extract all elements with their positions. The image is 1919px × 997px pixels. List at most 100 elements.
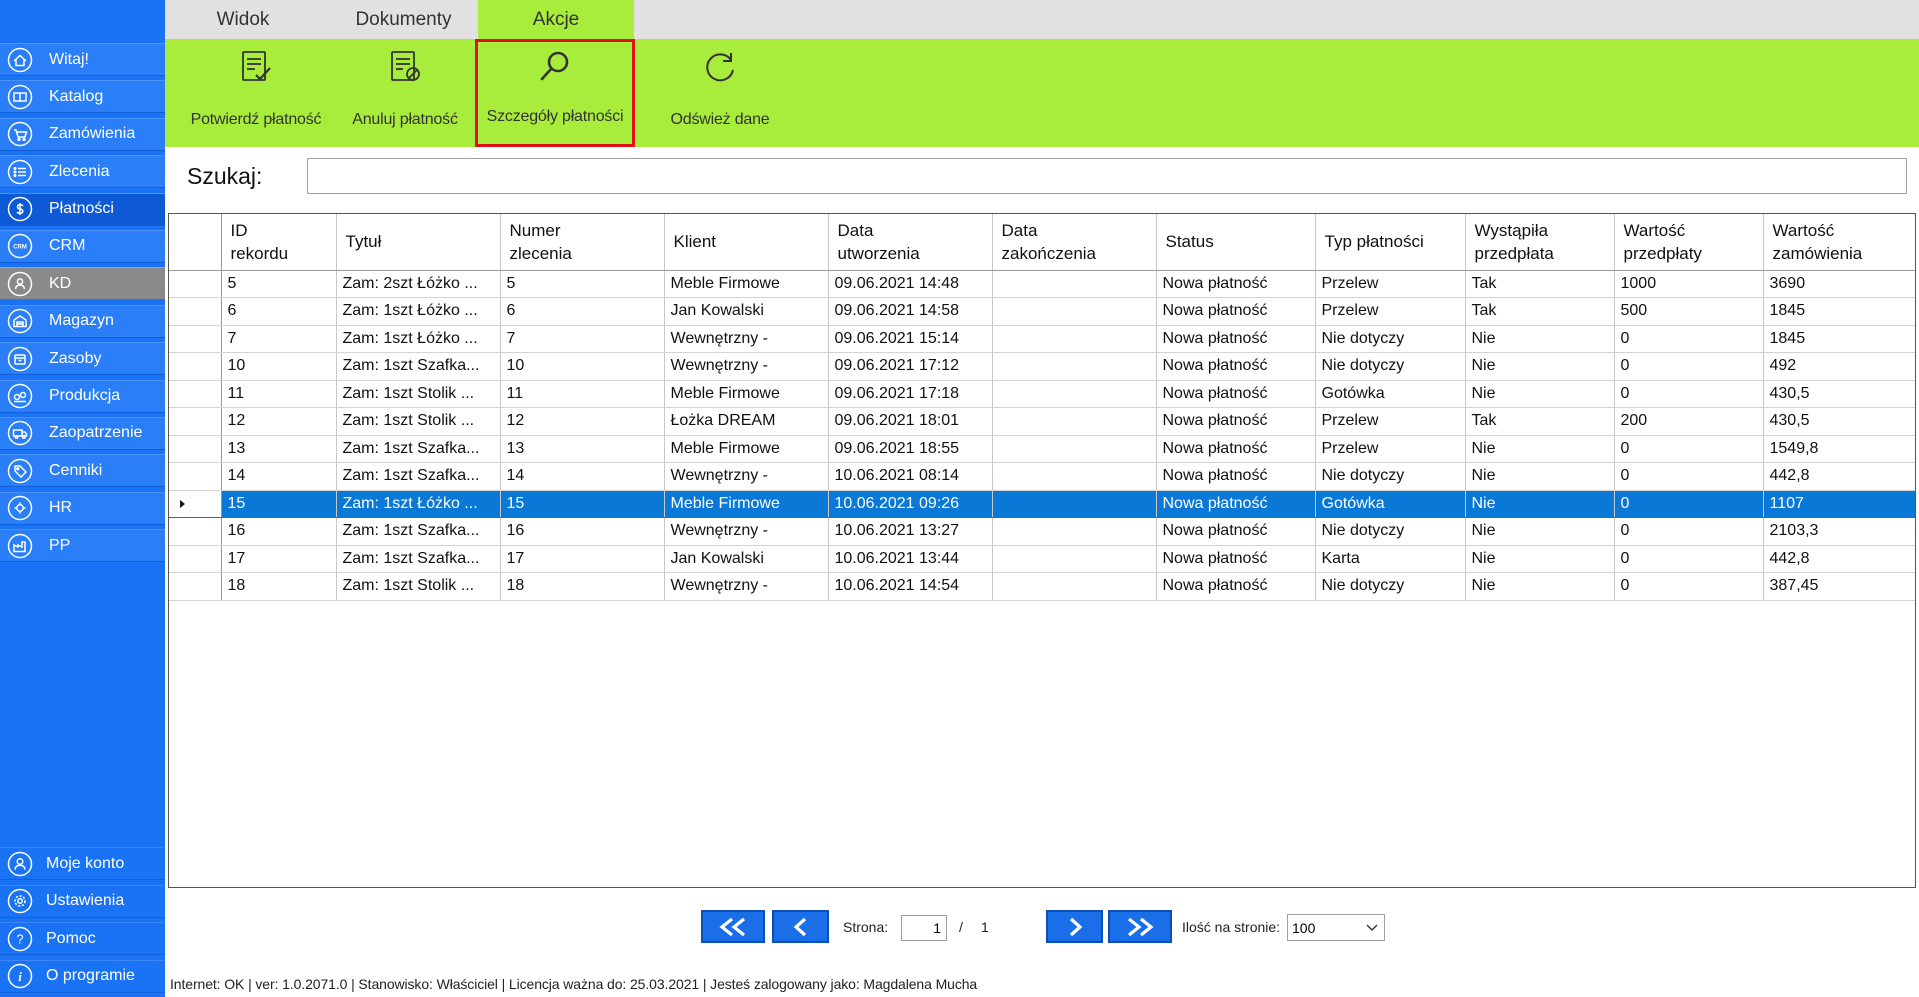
column-header[interactable]: Typ płatności	[1315, 214, 1466, 271]
row-header[interactable]	[169, 490, 222, 518]
table-cell: 442,8	[1763, 545, 1915, 573]
tab-widok[interactable]: Widok	[165, 0, 321, 39]
table-cell: 5	[500, 270, 665, 298]
confirm-payment-button[interactable]: Potwierdź płatność	[173, 39, 339, 147]
next-page-button[interactable]	[1046, 910, 1103, 943]
table-row[interactable]: 11 Zam: 1szt Stolik ... 11 Meble Firmowe 09.…	[169, 380, 1915, 408]
table-cell: Zam: 1szt Stolik ...	[336, 380, 501, 408]
row-pointer-icon	[180, 499, 185, 508]
column-header[interactable]: Data utworzenia	[828, 214, 993, 271]
row-header[interactable]	[169, 435, 222, 463]
table-cell: 12	[500, 407, 665, 436]
sidebar-item-zaopatrzenie[interactable]: Zaopatrzenie	[0, 416, 165, 450]
table-cell: 10.06.2021 09:26	[828, 490, 993, 518]
table-row[interactable]: 13 Zam: 1szt Szafka... 13 Meble Firmowe 09.0…	[169, 435, 1915, 463]
row-header[interactable]	[169, 545, 222, 573]
table-cell	[992, 325, 1157, 353]
sidebar-item-cenniki[interactable]: Cenniki	[0, 454, 165, 488]
sidebar-item-hr[interactable]: HR	[0, 491, 165, 525]
table-cell: 200	[1614, 407, 1764, 436]
crm-icon: CRM	[7, 233, 33, 259]
column-header[interactable]: Wartość przedpłaty	[1614, 214, 1764, 271]
chevron-down-icon	[1366, 924, 1378, 931]
row-header[interactable]	[169, 297, 222, 326]
table-cell: Meble Firmowe	[664, 435, 829, 463]
last-page-button[interactable]	[1108, 910, 1172, 943]
table-cell: 17	[221, 545, 337, 573]
table-row[interactable]: 7 Zam: 1szt Łóżko ... 7 Wewnętrzny -09.06.2…	[169, 325, 1915, 353]
table-row[interactable]: 14 Zam: 1szt Szafka... 14 Wewnętrzny -10.06…	[169, 462, 1915, 491]
column-header[interactable]: Status	[1156, 214, 1316, 271]
sidebar-item-platnosci[interactable]: Płatności	[0, 192, 165, 226]
cancel-payment-button[interactable]: Anuluj płatność	[335, 39, 475, 147]
table-cell: 2103,3	[1763, 517, 1915, 546]
table-cell: 13	[500, 435, 665, 463]
refresh-icon	[700, 47, 740, 87]
table-cell: Nie dotyczy	[1315, 352, 1466, 381]
table-row[interactable]: 17 Zam: 1szt Szafka... 17 Jan Kowalski 10.06…	[169, 545, 1915, 573]
document-check-icon	[236, 47, 276, 87]
sidebar-item-zasoby[interactable]: Zasoby	[0, 342, 165, 376]
sidebar-item-katalog[interactable]: Katalog	[0, 80, 165, 114]
tab-dokumenty[interactable]: Dokumenty	[321, 0, 486, 39]
column-header[interactable]: Klient	[664, 214, 829, 271]
row-header[interactable]	[169, 462, 222, 491]
sidebar-item-o-programie[interactable]: i O programie	[0, 959, 165, 993]
table-cell: Meble Firmowe	[664, 380, 829, 408]
row-header[interactable]	[169, 325, 222, 353]
sidebar-item-witaj[interactable]: Witaj!	[0, 43, 165, 76]
first-page-button[interactable]	[701, 910, 765, 943]
table-cell: Nowa płatność	[1156, 572, 1316, 601]
table-row[interactable]: 10 Zam: 1szt Szafka... 10 Wewnętrzny -09.06…	[169, 352, 1915, 381]
row-header[interactable]	[169, 270, 222, 298]
sidebar-item-kd[interactable]: KD	[0, 267, 165, 301]
sidebar-item-crm[interactable]: CRM CRM	[0, 229, 165, 263]
column-header[interactable]: Numer zlecenia	[500, 214, 665, 271]
prev-page-button[interactable]	[772, 910, 829, 943]
table-cell: Nie	[1465, 517, 1615, 546]
double-chevron-left-icon	[719, 917, 745, 936]
column-header[interactable]: Wystąpiła przedpłata	[1465, 214, 1615, 271]
search-input[interactable]	[307, 158, 1907, 194]
row-header[interactable]	[169, 517, 222, 546]
sidebar-item-magazyn[interactable]: Magazyn	[0, 304, 165, 338]
sidebar-item-produkcja[interactable]: Produkcja	[0, 379, 165, 413]
sidebar-item-label: KD	[49, 274, 72, 292]
table-row[interactable]: 16 Zam: 1szt Szafka... 16 Wewnętrzny -10.06…	[169, 517, 1915, 546]
page-input[interactable]	[901, 915, 947, 941]
sidebar-item-label: Magazyn	[49, 312, 114, 330]
payment-details-button[interactable]: Szczegóły płatności	[475, 39, 635, 147]
table-row[interactable]: 15 Zam: 1szt Łóżko ... 15 Meble Firmowe 10.0…	[169, 490, 1915, 518]
table-cell: Wewnętrzny -	[664, 517, 829, 546]
table-cell: Wewnętrzny -	[664, 325, 829, 353]
column-header[interactable]: Data zakończenia	[992, 214, 1157, 271]
table-cell: Nowa płatność	[1156, 490, 1316, 518]
sidebar-item-zlecenia[interactable]: Zlecenia	[0, 155, 165, 189]
per-page-select[interactable]: 100	[1287, 914, 1385, 941]
table-cell: 15	[500, 490, 665, 518]
column-header[interactable]: ID rekordu	[221, 214, 337, 271]
sidebar-item-label: Moje konto	[46, 854, 125, 872]
table-row[interactable]: 12 Zam: 1szt Stolik ... 12 Łożka DREAM 09.06…	[169, 407, 1915, 436]
table-cell: Tak	[1465, 407, 1615, 436]
refresh-data-button[interactable]: Odśwież dane	[645, 39, 795, 147]
table-row[interactable]: 18 Zam: 1szt Stolik ... 18 Wewnętrzny -10.0…	[169, 572, 1915, 601]
table-row[interactable]: 5 Zam: 2szt Łóżko ... 5 Meble Firmowe 09.06.…	[169, 270, 1915, 298]
table-cell: 0	[1614, 572, 1764, 601]
sidebar-item-pp[interactable]: PP	[0, 529, 165, 563]
table-row[interactable]: 6 Zam: 1szt Łóżko ... 6 Jan Kowalski 09.06.2…	[169, 297, 1915, 326]
row-header[interactable]	[169, 407, 222, 436]
table-cell: Nowa płatność	[1156, 435, 1316, 463]
table-cell: Zam: 1szt Łóżko ...	[336, 325, 501, 353]
column-header[interactable]: Tytuł	[336, 214, 501, 271]
sidebar-item-zamowienia[interactable]: Zamówienia	[0, 117, 165, 151]
sidebar-item-moje-konto[interactable]: Moje konto	[0, 847, 165, 880]
table-cell: Łożka DREAM	[664, 407, 829, 436]
row-header[interactable]	[169, 352, 222, 381]
row-header[interactable]	[169, 380, 222, 408]
tab-akcje[interactable]: Akcje	[478, 0, 634, 39]
table-cell: 7	[221, 325, 337, 353]
table-cell: Tak	[1465, 297, 1615, 326]
column-header[interactable]: Wartość zamówienia	[1763, 214, 1915, 271]
row-header[interactable]	[169, 572, 222, 601]
